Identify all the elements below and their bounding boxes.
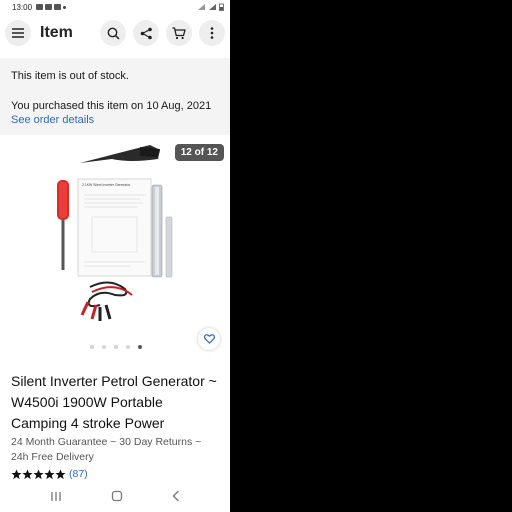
status-time: 13:00 (12, 2, 33, 12)
menu-button[interactable] (5, 20, 31, 46)
phone-screen: 13:00 Item This item is out of stock. Yo… (0, 0, 230, 512)
hamburger-icon (12, 28, 24, 38)
system-icons (197, 3, 224, 11)
heart-icon (203, 334, 215, 344)
app-notification-icon (54, 4, 62, 10)
app-bar: Item (0, 14, 230, 52)
mail-notification-icon (45, 4, 53, 10)
screwdriver-icon (57, 180, 69, 270)
signal-icon (209, 4, 216, 10)
item-notices: This item is out of stock. You purchased… (0, 58, 230, 135)
review-count[interactable]: (87) (69, 468, 88, 480)
cart-icon (172, 26, 186, 39)
star-icon (11, 468, 22, 479)
status-bar: 13:00 (0, 0, 230, 14)
gallery-pagination[interactable] (90, 345, 142, 349)
image-counter-badge: 12 of 12 (174, 144, 224, 161)
more-options-button[interactable] (199, 20, 225, 46)
gallery-dot[interactable] (114, 345, 118, 349)
gallery-dot-active[interactable] (138, 345, 142, 349)
out-of-stock-notice: This item is out of stock. (11, 70, 129, 82)
purchase-notice: You purchased this item on 10 Aug, 2021 (11, 100, 212, 112)
gallery-dot[interactable] (126, 345, 130, 349)
watch-button[interactable] (198, 328, 220, 350)
page-title: Item (40, 24, 73, 41)
battery-icon (219, 3, 224, 11)
product-rating[interactable]: (87) (0, 468, 230, 480)
share-icon (140, 27, 152, 39)
android-nav-bar (0, 480, 230, 512)
search-icon (107, 27, 120, 40)
product-image: 2.1KW Silent Inverter Generator (57, 145, 173, 321)
star-icon (22, 468, 33, 479)
star-rating (11, 468, 66, 480)
gallery-dot[interactable] (102, 345, 106, 349)
see-order-details-link[interactable]: See order details (11, 113, 219, 127)
more-notifications-icon (63, 5, 67, 9)
home-icon[interactable] (111, 490, 123, 502)
notification-icons (36, 4, 67, 10)
product-subtitle: 24 Month Guarantee ~ 30 Day Returns ~ 24… (11, 436, 202, 463)
product-title: Silent Inverter Petrol Generator ~ W4500… (11, 373, 217, 431)
kebab-menu-icon (210, 27, 214, 39)
spanner-icon (151, 184, 173, 278)
charging-cables-icon (80, 281, 133, 321)
funnel-icon (80, 145, 160, 163)
manual-title: 2.1KW Silent Inverter Generator (82, 183, 131, 187)
wifi-icon (198, 4, 205, 10)
star-icon (33, 468, 44, 479)
star-icon (55, 468, 66, 479)
cart-button[interactable] (166, 20, 192, 46)
recent-apps-icon[interactable] (50, 491, 62, 502)
star-icon (44, 468, 55, 479)
manual-booklet: 2.1KW Silent Inverter Generator (77, 178, 152, 277)
search-button[interactable] (100, 20, 126, 46)
gallery-notification-icon (36, 4, 44, 10)
share-button[interactable] (133, 20, 159, 46)
back-icon[interactable] (172, 490, 180, 502)
image-gallery[interactable]: 2.1KW Silent Inverter Generator 12 of 12 (0, 137, 230, 367)
gallery-dot[interactable] (90, 345, 94, 349)
